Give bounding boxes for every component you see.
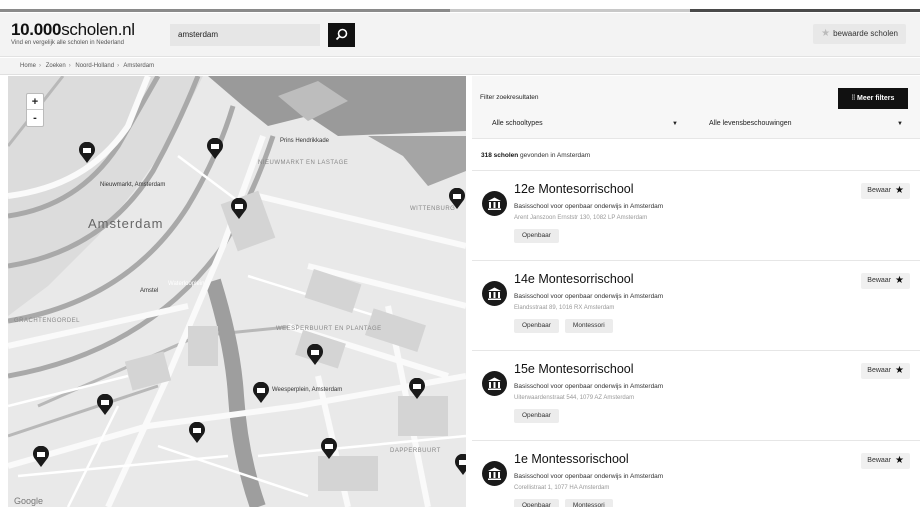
map[interactable]: + - Amsterdam Nieuwmarkt, Amsterdam WITT… bbox=[8, 76, 466, 507]
school-result[interactable]: 12e Montesorrischool Basisschool voor op… bbox=[472, 170, 920, 260]
star-icon: ★ bbox=[821, 28, 831, 39]
filter-bar: Filter zoekresultaten ⫶⫶ Meer filters Al… bbox=[472, 76, 920, 139]
school-type: Basisschool voor openbaar onderwijs in A… bbox=[514, 383, 664, 390]
school-result[interactable]: 14e Montesorrischool Basisschool voor op… bbox=[472, 260, 920, 350]
zoom-in-button[interactable]: + bbox=[27, 94, 43, 110]
school-icon bbox=[482, 461, 507, 486]
school-name[interactable]: 14e Montesorrischool bbox=[514, 272, 634, 286]
site-header: 10.000scholen.nl Vind en vergelijk alle … bbox=[0, 13, 920, 113]
star-icon: ★ bbox=[895, 275, 904, 286]
save-school-button[interactable]: Bewaar ★ bbox=[861, 273, 910, 289]
school-type-select[interactable]: Alle schooltypes ▼ bbox=[492, 117, 678, 131]
map-google-logo: Google bbox=[14, 496, 44, 506]
school-icon bbox=[482, 371, 507, 396]
breadcrumb-city: Amsterdam bbox=[123, 63, 155, 69]
map-label-weesperplein: Weesperplein, Amsterdam bbox=[272, 387, 343, 393]
school-name[interactable]: 1e Montessorischool bbox=[514, 452, 629, 466]
breadcrumb-home[interactable]: Home bbox=[20, 63, 36, 69]
school-icon bbox=[482, 281, 507, 306]
save-school-button[interactable]: Bewaar ★ bbox=[861, 183, 910, 199]
caret-down-icon: ▼ bbox=[897, 121, 903, 127]
breadcrumb: Home › Zoeken › Noord-Holland › Amsterdam bbox=[0, 58, 920, 75]
school-pin-icon[interactable] bbox=[206, 138, 224, 160]
map-label-amstel: Amstel bbox=[140, 288, 159, 294]
school-name[interactable]: 15e Montesorrischool bbox=[514, 362, 634, 376]
school-type: Basisschool voor openbaar onderwijs in A… bbox=[514, 293, 664, 300]
breadcrumb-province[interactable]: Noord-Holland bbox=[75, 63, 114, 69]
school-type-value: Alle schooltypes bbox=[492, 120, 543, 127]
school-tag: Openbaar bbox=[514, 409, 559, 423]
map-label-dapperbuurt: DAPPERBUURT bbox=[390, 448, 441, 454]
map-label-weesperbuurt: WEESPERBUURT EN PLANTAGE bbox=[276, 326, 382, 332]
school-tag: Openbaar bbox=[514, 319, 559, 333]
school-address: Elandsstraat 89, 1016 RX Amsterdam bbox=[514, 305, 615, 311]
map-label-waterlooplein: Waterlooplein bbox=[168, 281, 205, 287]
school-address: Corellistraat 1, 1077 HA Amsterdam bbox=[514, 485, 610, 491]
results-count-number: 318 scholen bbox=[481, 152, 519, 159]
school-name[interactable]: 12e Montesorrischool bbox=[514, 182, 634, 196]
map-label-nieuwmarkt: Nieuwmarkt, Amsterdam bbox=[100, 182, 166, 188]
school-type: Basisschool voor openbaar onderwijs in A… bbox=[514, 203, 664, 210]
school-tag: Montessori bbox=[564, 499, 613, 507]
school-pin-icon[interactable] bbox=[230, 198, 248, 220]
belief-select[interactable]: Alle levensbeschouwingen ▼ bbox=[709, 117, 903, 131]
logo-tagline: Vind en vergelijk alle scholen in Nederl… bbox=[11, 40, 124, 46]
school-result[interactable]: 15e Montesorrischool Basisschool voor op… bbox=[472, 350, 920, 440]
school-icon bbox=[482, 191, 507, 216]
saved-label: bewaarde scholen bbox=[833, 29, 898, 38]
caret-down-icon: ▼ bbox=[672, 121, 678, 127]
school-tag: Openbaar bbox=[514, 499, 559, 507]
school-type: Basisschool voor openbaar onderwijs in A… bbox=[514, 473, 664, 480]
more-filters-button[interactable]: ⫶⫶ Meer filters bbox=[838, 88, 908, 109]
breadcrumb-search[interactable]: Zoeken bbox=[46, 63, 66, 69]
map-label-grachtengordel: GRACHTENGORDEL bbox=[14, 318, 81, 324]
more-filters-label: Meer filters bbox=[857, 95, 895, 102]
school-pin-icon[interactable] bbox=[408, 378, 426, 400]
saved-schools-button[interactable]: ★ 0 bewaarde scholen bbox=[813, 24, 906, 113]
zoom-control: + - bbox=[26, 93, 44, 127]
site-logo[interactable]: 10.000scholen.nl Vind en vergelijk alle … bbox=[11, 20, 135, 47]
results-count-suffix: gevonden in Amsterdam bbox=[520, 152, 591, 159]
save-school-button[interactable]: Bewaar ★ bbox=[861, 453, 910, 469]
school-pin-icon[interactable] bbox=[188, 422, 206, 444]
school-pin-icon[interactable] bbox=[320, 438, 338, 460]
map-label-nieuwmarkt-district: NIEUWMARKT EN LASTAGE bbox=[258, 160, 349, 166]
school-pin-icon[interactable] bbox=[96, 394, 114, 416]
map-tiles bbox=[8, 76, 466, 507]
logo-bold: 10.000 bbox=[11, 20, 62, 39]
map-label-city: Amsterdam bbox=[88, 216, 164, 231]
belief-value: Alle levensbeschouwingen bbox=[709, 120, 792, 127]
search-input[interactable]: amsterdam bbox=[170, 24, 320, 46]
save-school-button[interactable]: Bewaar ★ bbox=[861, 363, 910, 379]
map-label-prins-hendrikkade: Prins Hendrikkade bbox=[280, 138, 330, 144]
search-button[interactable] bbox=[328, 23, 355, 47]
results-count: 318 scholen gevonden in Amsterdam bbox=[481, 152, 590, 159]
school-pin-icon[interactable] bbox=[454, 454, 466, 476]
logo-light: scholen.nl bbox=[61, 20, 135, 39]
star-icon: ★ bbox=[895, 455, 904, 466]
results-panel: Filter zoekresultaten ⫶⫶ Meer filters Al… bbox=[472, 76, 920, 507]
school-pin-icon[interactable] bbox=[448, 188, 466, 210]
school-address: Uiterwaardenstraat 544, 1079 AZ Amsterda… bbox=[514, 395, 635, 401]
school-pin-icon[interactable] bbox=[32, 446, 50, 468]
star-icon: ★ bbox=[895, 365, 904, 376]
save-label: Bewaar bbox=[867, 367, 892, 374]
school-pin-icon[interactable] bbox=[78, 142, 96, 164]
browser-top-strip bbox=[0, 0, 920, 13]
school-result[interactable]: 1e Montessorischool Basisschool voor ope… bbox=[472, 440, 920, 507]
save-label: Bewaar bbox=[867, 457, 892, 464]
school-address: Arent Janszoon Ernststr 130, 1082 LP Ams… bbox=[514, 215, 648, 221]
school-tag: Openbaar bbox=[514, 229, 559, 243]
star-icon: ★ bbox=[895, 185, 904, 196]
school-pin-icon[interactable] bbox=[252, 382, 270, 404]
school-tag: Montessori bbox=[564, 319, 613, 333]
school-pin-icon[interactable] bbox=[306, 344, 324, 366]
save-label: Bewaar bbox=[867, 187, 892, 194]
search-icon bbox=[335, 28, 348, 41]
save-label: Bewaar bbox=[867, 277, 892, 284]
zoom-out-button[interactable]: - bbox=[27, 110, 43, 126]
filter-title: Filter zoekresultaten bbox=[480, 94, 539, 101]
